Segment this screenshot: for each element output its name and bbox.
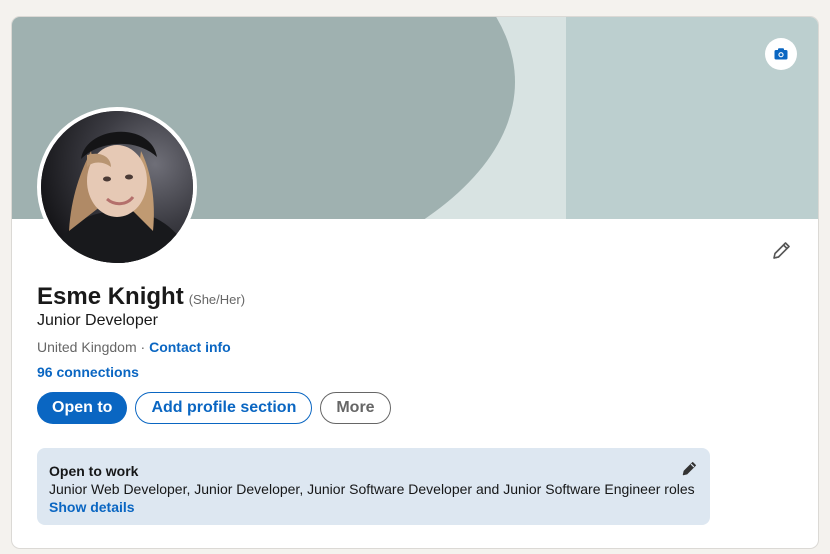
- camera-icon: [774, 48, 788, 60]
- show-details-link[interactable]: Show details: [49, 498, 698, 516]
- open-to-work-roles: Junior Web Developer, Junior Developer, …: [49, 481, 695, 497]
- avatar-image: [41, 111, 193, 263]
- profile-location: United Kingdom: [37, 339, 137, 355]
- location-row: United Kingdom · Contact info: [37, 339, 231, 355]
- more-button[interactable]: More: [320, 392, 391, 424]
- profile-photo[interactable]: [37, 107, 197, 267]
- profile-actions: Open to Add profile section More: [37, 392, 391, 424]
- profile-headline: Junior Developer: [37, 312, 158, 329]
- open-to-work-title: Open to work: [49, 463, 139, 479]
- edit-intro-button[interactable]: [767, 237, 795, 265]
- edit-open-to-work-button[interactable]: [680, 460, 698, 478]
- profile-pronouns: (She/Her): [188, 292, 246, 307]
- open-to-work-card: Open to work Junior Web Developer, Junio…: [37, 448, 710, 525]
- profile-name: Esme Knight: [37, 283, 184, 310]
- add-profile-section-button[interactable]: Add profile section: [135, 392, 313, 424]
- edit-banner-button[interactable]: [765, 38, 797, 70]
- name-row: Esme Knight (She/Her): [37, 283, 245, 311]
- profile-card: Esme Knight (She/Her) Junior Developer U…: [12, 17, 818, 548]
- pencil-icon: [773, 242, 790, 259]
- connections-link[interactable]: 96 connections: [37, 364, 139, 380]
- contact-info-link[interactable]: Contact info: [149, 339, 231, 355]
- pencil-icon: [682, 461, 697, 476]
- location-separator: ·: [136, 339, 150, 355]
- open-to-button[interactable]: Open to: [37, 392, 128, 424]
